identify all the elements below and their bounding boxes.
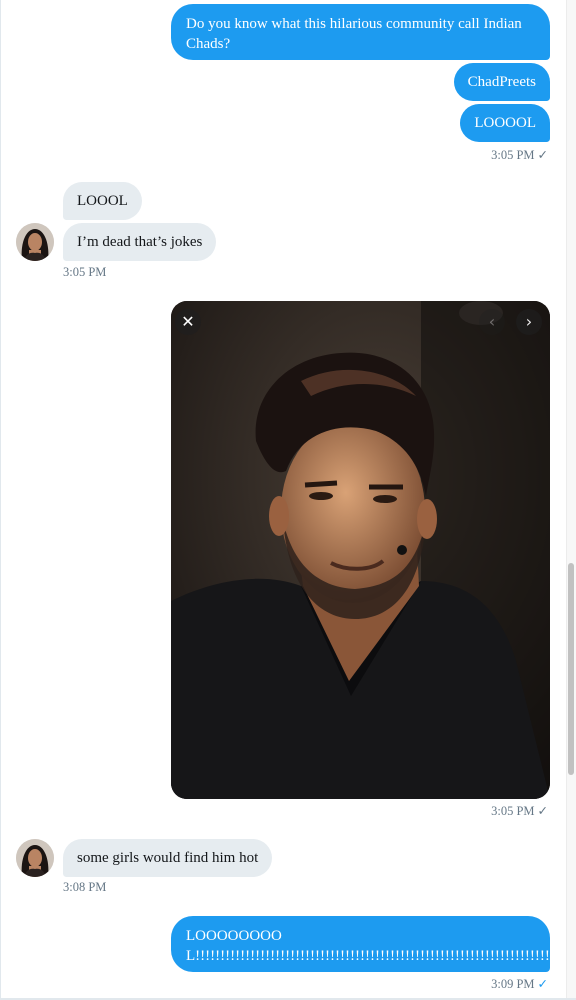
message-text: LOOOL: [77, 193, 128, 209]
message-bubble-outgoing[interactable]: ChadPreets: [453, 63, 550, 101]
message-timestamp: 3:05 PM ✓: [491, 804, 548, 818]
chevron-right-icon: ›: [525, 312, 533, 331]
previous-button[interactable]: ‹: [479, 309, 505, 335]
close-button[interactable]: ✕: [175, 309, 201, 335]
chevron-left-icon: ‹: [488, 312, 496, 331]
scrollbar[interactable]: [566, 0, 576, 1000]
checkmark-icon: ✓: [537, 148, 548, 162]
message-timestamp: 3:09 PM ✓: [491, 977, 548, 991]
message-timestamp: 3:08 PM: [63, 880, 107, 894]
close-icon: ✕: [181, 312, 195, 331]
message-bubble-outgoing[interactable]: LOOOOOOOOL!!!!!!!!!!!!!!!!!!!!!!!!!!!!!!…: [171, 916, 550, 972]
message-text: LOOOOOOOOL!!!!!!!!!!!!!!!!!!!!!!!!!!!!!!…: [186, 928, 550, 964]
message-text: some girls would find him hot: [77, 850, 259, 866]
message-text: ChadPreets: [467, 74, 536, 90]
avatar[interactable]: [16, 223, 54, 261]
message-text: I’m dead that’s jokes: [77, 234, 203, 250]
frame-border: [0, 0, 1, 1000]
scrollbar-thumb[interactable]: [568, 563, 574, 775]
message-bubble-outgoing[interactable]: Do you know what this hilarious communit…: [171, 4, 550, 60]
message-timestamp: 3:05 PM: [63, 265, 107, 279]
message-bubble-outgoing[interactable]: LOOOOL: [460, 104, 550, 142]
photo-attachment[interactable]: ✕ ‹ ›: [171, 301, 550, 799]
message-bubble-incoming[interactable]: some girls would find him hot: [63, 839, 273, 877]
message-timestamp: 3:05 PM ✓: [491, 148, 548, 162]
message-bubble-incoming[interactable]: LOOOL: [63, 182, 142, 220]
checkmark-icon: ✓: [537, 804, 548, 818]
message-text: Do you know what this hilarious communit…: [186, 16, 522, 52]
message-text: LOOOOL: [474, 115, 536, 131]
next-button[interactable]: ›: [516, 309, 542, 335]
checkmark-icon: ✓: [537, 977, 548, 991]
avatar[interactable]: [16, 839, 54, 877]
message-bubble-incoming[interactable]: I’m dead that’s jokes: [63, 223, 217, 261]
